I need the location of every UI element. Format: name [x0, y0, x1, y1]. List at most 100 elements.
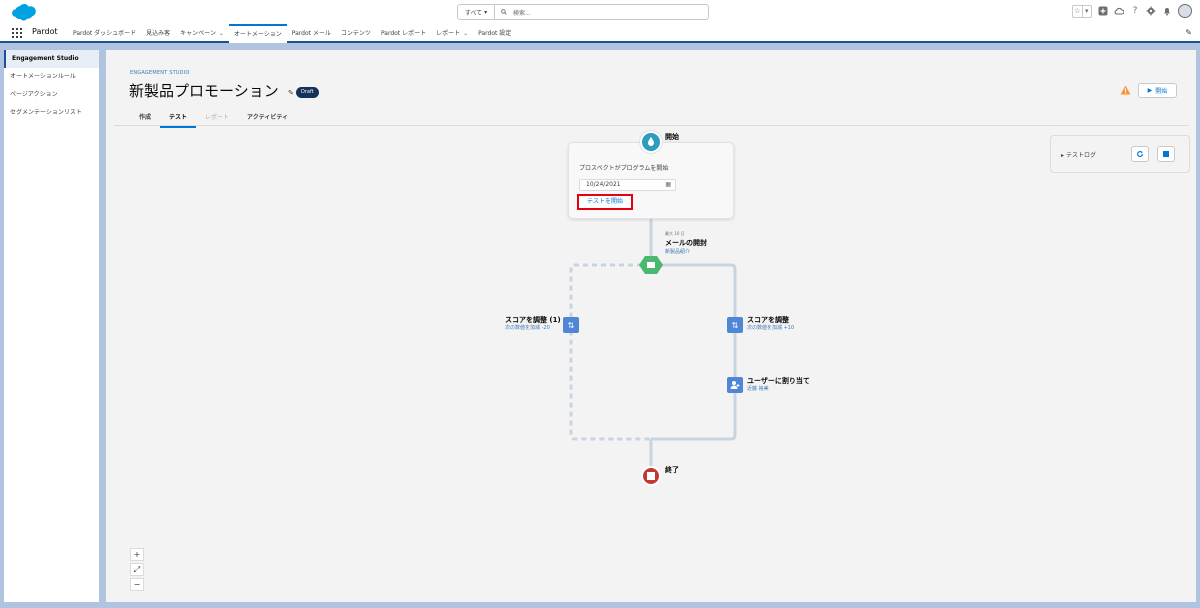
sidebar-item-segmentation-lists[interactable]: セグメンテーションリスト [4, 104, 99, 122]
tab-report: レポート [205, 114, 230, 121]
search-icon [501, 9, 507, 15]
tab-activity[interactable]: アクティビティ [238, 109, 297, 128]
edit-title-pencil-icon[interactable]: ✎ [288, 89, 294, 97]
nav-item-label: 見込み客 [146, 29, 171, 37]
start-card-label: プロスペクトがプログラムを開始 [579, 165, 669, 172]
envelope-icon [647, 262, 655, 268]
search-scope-label: すべて [464, 9, 483, 17]
zoom-in-button[interactable]: + [130, 548, 144, 561]
nav-item-pardot-settings[interactable]: Pardot 設定 [473, 24, 516, 43]
page-tabs: 作成 テスト レポート アクティビティ [130, 109, 297, 128]
notifications-bell-icon[interactable] [1162, 6, 1172, 16]
stop-test-button[interactable] [1157, 146, 1175, 162]
start-program-button[interactable]: ▶ 開始 [1138, 83, 1177, 98]
page-header: ENGAGEMENT STUDIO 新製品プロモーション ✎ Draft ▶ 開… [114, 59, 1189, 128]
play-icon: ▶ [1147, 87, 1153, 94]
tab-build[interactable]: 作成 [130, 109, 160, 128]
nav-item-label: コンテンツ [340, 29, 371, 37]
drop-icon [648, 137, 654, 146]
test-log-toggle[interactable]: ▸ テストログ [1061, 150, 1096, 159]
stop-icon [647, 472, 655, 480]
sidebar-item-label: ページアクション [10, 91, 58, 98]
end-node-label: 終了 [665, 466, 679, 474]
assign-sub: 近藤 裕美 [747, 386, 769, 392]
tab-test[interactable]: テスト [160, 109, 197, 128]
search-placeholder: 検索... [513, 9, 531, 17]
zoom-out-button[interactable]: − [130, 578, 144, 591]
nav-item-label: Pardot ダッシュボード [73, 29, 137, 37]
test-start-date-input[interactable]: 10/24/2021 ▦ [579, 179, 676, 191]
nav-item-content[interactable]: コンテンツ [336, 24, 376, 43]
page-title: 新製品プロモーション [129, 82, 279, 100]
global-search: すべて ▾ 検索... [457, 4, 709, 20]
chevron-right-icon: ▸ [1061, 152, 1065, 159]
sidebar-item-engagement-studio[interactable]: Engagement Studio [4, 50, 99, 68]
help-icon[interactable]: ? [1130, 6, 1140, 16]
nav-tabs: Pardot ダッシュボード 見込み客 キャンペーン ⌄ オートメーション Par… [68, 24, 516, 43]
start-test-button[interactable]: テストを開始 [577, 194, 633, 210]
left-action-sub: 次の数値を加減 -20 [505, 325, 550, 331]
favorites-star-icon[interactable]: ☆ [1073, 6, 1082, 17]
nav-item-label: Pardot メール [291, 29, 331, 37]
calendar-icon[interactable]: ▦ [665, 180, 671, 190]
flow-canvas[interactable]: プロスペクトがプログラムを開始 10/24/2021 ▦ テストを開始 開始 最… [114, 127, 1190, 602]
cloud-icon[interactable] [1114, 6, 1124, 16]
refresh-icon [1137, 150, 1143, 157]
fit-to-screen-button[interactable]: ⤢ [130, 563, 144, 576]
favorites-list-icon[interactable]: ▾ [1081, 5, 1092, 17]
app-launcher-icon[interactable] [12, 28, 22, 38]
chevron-down-icon[interactable]: ⌄ [219, 25, 224, 43]
nav-item-campaigns[interactable]: キャンペーン ⌄ [175, 24, 229, 43]
right-action-sub: 次の数値を加減 +10 [747, 325, 795, 331]
start-node-icon[interactable] [640, 131, 662, 153]
refresh-button[interactable] [1131, 146, 1149, 162]
status-badge: Draft [296, 87, 319, 98]
nav-item-pardot-dashboard[interactable]: Pardot ダッシュボード [68, 24, 141, 43]
sidebar-item-label: セグメンテーションリスト [10, 109, 82, 116]
stop-icon [1163, 151, 1169, 157]
adjust-score-icon[interactable]: ⇅ [727, 317, 743, 333]
connector-yes-branch [651, 263, 737, 441]
global-header: すべて ▾ 検索... ☆ ▾ ? [0, 0, 1200, 24]
start-node-label: 開始 [665, 133, 679, 141]
email-wait-label: 最大 10 日 [665, 231, 685, 236]
date-value: 10/24/2021 [586, 181, 621, 188]
setup-gear-icon[interactable] [1146, 6, 1156, 16]
app-navigation-bar: Pardot Pardot ダッシュボード 見込み客 キャンペーン ⌄ オートメー… [0, 24, 1200, 43]
chevron-down-icon[interactable]: ⌄ [463, 25, 468, 43]
sidebar-item-automation-rules[interactable]: オートメーションルール [4, 68, 99, 86]
chevron-down-icon: ▾ [484, 8, 488, 16]
adjust-score-icon[interactable]: ⇅ [563, 317, 579, 333]
add-icon[interactable] [1098, 6, 1108, 16]
header-utility-icons: ☆ ▾ ? [1072, 4, 1192, 18]
search-scope-select[interactable]: すべて ▾ [457, 4, 495, 20]
nav-item-pardot-reports[interactable]: Pardot レポート [376, 24, 431, 43]
favorites-buttons[interactable]: ☆ ▾ [1072, 4, 1092, 18]
nav-item-label: Pardot レポート [380, 29, 427, 37]
nav-item-label: レポート [436, 29, 461, 37]
nav-item-prospects[interactable]: 見込み客 [141, 24, 175, 43]
page-eyebrow: ENGAGEMENT STUDIO [130, 70, 190, 76]
warning-icon[interactable] [1120, 85, 1131, 95]
test-log-panel: ▸ テストログ [1050, 135, 1190, 173]
search-input[interactable]: 検索... [495, 4, 709, 20]
start-button-label: 開始 [1155, 88, 1168, 95]
app-name: Pardot [32, 27, 58, 36]
connector-no-branch [569, 263, 651, 441]
nav-item-reports[interactable]: レポート ⌄ [431, 24, 473, 43]
avatar[interactable] [1178, 4, 1192, 18]
test-log-label: テストログ [1065, 152, 1096, 159]
sidebar-item-label: Engagement Studio [12, 55, 79, 62]
salesforce-logo[interactable] [8, 3, 38, 23]
sidebar-item-page-actions[interactable]: ページアクション [4, 86, 99, 104]
email-node-title: メールの開封 [665, 239, 707, 247]
email-node-sub: 新製品紹介 [665, 249, 691, 255]
sidebar: Engagement Studio オートメーションルール ページアクション セ… [4, 50, 99, 602]
edit-nav-pencil-icon[interactable]: ✎ [1185, 28, 1192, 37]
nav-item-pardot-email[interactable]: Pardot メール [287, 24, 336, 43]
user-add-icon [730, 381, 740, 389]
nav-item-automation[interactable]: オートメーション [228, 24, 287, 43]
nav-item-label: Pardot 設定 [478, 29, 512, 37]
assign-user-icon[interactable] [727, 377, 743, 393]
nav-item-label: キャンペーン [180, 29, 216, 37]
